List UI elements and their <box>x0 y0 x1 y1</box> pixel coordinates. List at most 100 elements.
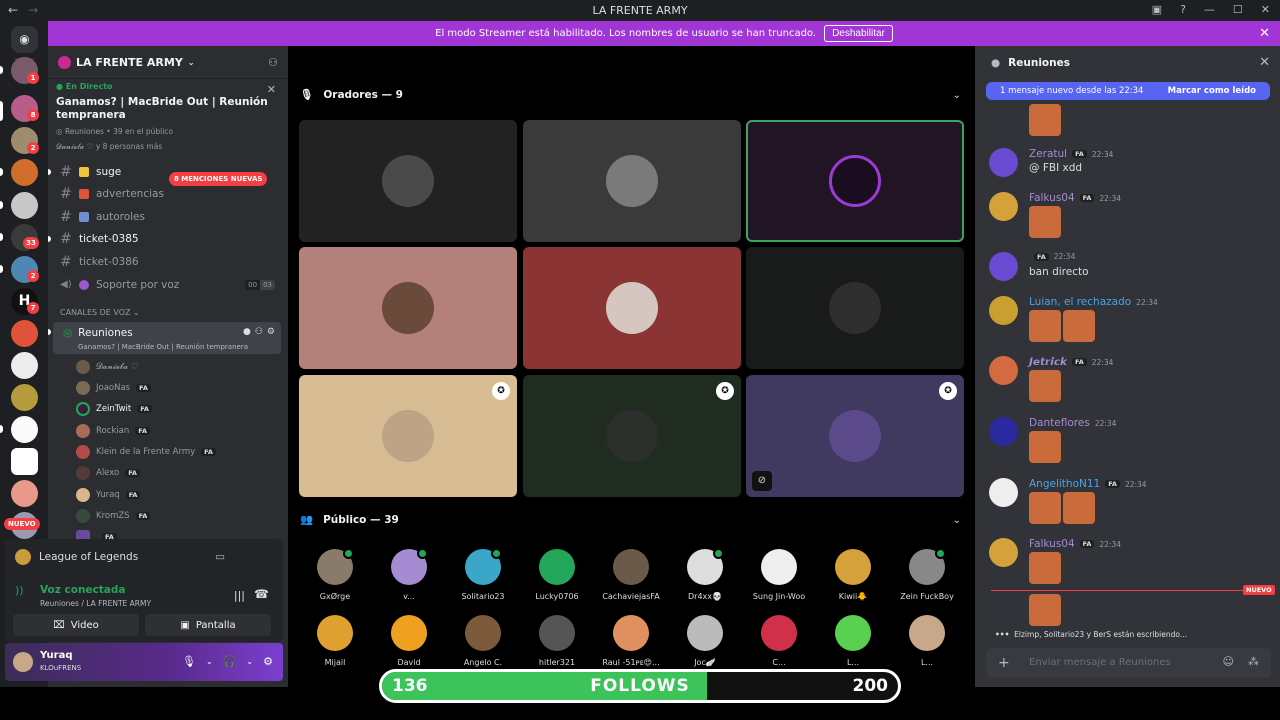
chevron-down-icon[interactable]: ⌄ <box>246 657 253 668</box>
voice-user[interactable]: KromZS FA <box>76 505 151 526</box>
audience-member[interactable]: Zein FuckBoy <box>890 548 964 601</box>
speaker-tile[interactable] <box>523 120 741 242</box>
speaker-tile[interactable]: ✪ <box>523 375 741 497</box>
screen-share-icon[interactable]: ▭ <box>215 551 225 563</box>
help-icon[interactable]: ? <box>1180 3 1186 16</box>
audience-member[interactable]: Mijail <box>298 615 372 667</box>
plus-icon[interactable]: + <box>998 655 1010 671</box>
audience-member[interactable]: David <box>372 615 446 667</box>
server-icon[interactable] <box>11 384 38 411</box>
audience-member[interactable]: v... <box>372 548 446 601</box>
speaker-tile[interactable] <box>746 247 964 369</box>
server-icon[interactable] <box>11 416 38 443</box>
avatar[interactable] <box>989 252 1018 281</box>
voice-user[interactable]: Yuraq FA <box>76 484 141 505</box>
voice-user[interactable]: ZeinTwit FA <box>76 398 152 419</box>
audience-member[interactable]: Kiwii🐥 <box>816 549 890 601</box>
activity-row[interactable]: League of Legends ▭ <box>15 539 245 575</box>
speaker-tile-active[interactable] <box>746 120 964 242</box>
server-header[interactable]: LA FRENTE ARMY ⌄ ⚇ <box>48 46 288 79</box>
audience-member[interactable]: L... <box>890 615 964 667</box>
message-author[interactable]: AngelithoN11 <box>1029 478 1100 490</box>
audience-member[interactable]: CachaviejasFA <box>594 549 668 601</box>
server-icon[interactable] <box>11 480 38 507</box>
channel-ticket-0385[interactable]: # ticket-0385 <box>48 228 281 249</box>
message-author[interactable]: Luian, el rechazado <box>1029 296 1131 308</box>
audience-member[interactable]: Solitario23 <box>446 548 520 601</box>
gear-icon[interactable]: ⚙ <box>263 655 273 668</box>
speakers-header[interactable]: 🎙 Oradores — 9 <box>300 88 403 102</box>
avatar[interactable] <box>989 296 1018 325</box>
voice-user[interactable]: JoaoNas FA <box>76 377 151 398</box>
video-button[interactable]: ⌧ Video <box>13 614 139 636</box>
message-author[interactable]: Zeratul <box>1029 148 1067 160</box>
avatar[interactable] <box>989 148 1018 177</box>
avatar[interactable] <box>989 356 1018 385</box>
add-member-icon[interactable]: ⚇ <box>255 327 263 337</box>
voice-status[interactable]: Voz conectada Reuniones / LA FRENTE ARMY <box>40 584 151 608</box>
message-author[interactable]: 𝙅𝙚𝙩𝙧𝙞𝙘𝙠 <box>1029 356 1067 368</box>
message-author[interactable]: Falkus04 <box>1029 192 1075 204</box>
voice-user[interactable]: Alexo FA <box>76 462 140 483</box>
server-icon[interactable] <box>11 352 38 379</box>
avatar[interactable] <box>989 478 1018 507</box>
banner-close-icon[interactable]: ✕ <box>1259 26 1270 41</box>
avatar[interactable] <box>989 538 1018 567</box>
discord-home-icon[interactable]: ◉ <box>11 26 38 53</box>
speaker-tile[interactable] <box>299 247 517 369</box>
apps-icon[interactable]: ⁂ <box>1248 655 1259 668</box>
voice-user[interactable]: Rockian FA <box>76 420 151 441</box>
disconnect-icon[interactable]: ☎ <box>254 587 269 601</box>
close-chat-icon[interactable]: ✕ <box>1259 55 1270 70</box>
chat-bubble-icon[interactable]: ● <box>243 327 251 337</box>
inbox-icon[interactable]: ▣ <box>1152 3 1162 16</box>
new-servers-badge[interactable]: NUEVO <box>4 518 40 530</box>
gear-icon[interactable]: ⚙ <box>267 327 275 337</box>
audience-member[interactable]: Lucky0706 <box>520 549 594 601</box>
add-member-icon[interactable]: ⚇ <box>268 56 278 69</box>
audience-member[interactable]: L... <box>816 615 890 667</box>
audience-member[interactable]: GxØrge <box>298 548 372 601</box>
close-event-icon[interactable]: ✕ <box>267 83 276 96</box>
voice-user[interactable]: 𝓓𝓪𝓷𝓲𝓮𝓵𝓪 ♡ <box>76 356 138 377</box>
screen-button[interactable]: ▣ Pantalla <box>145 614 271 636</box>
audience-member[interactable]: Raul -51ᴘᴇ😍... <box>594 615 668 667</box>
server-icon[interactable] <box>11 159 38 186</box>
minimize-icon[interactable]: — <box>1204 3 1215 16</box>
speaker-tile[interactable]: ✪ ⊘ <box>746 375 964 497</box>
avatar[interactable] <box>13 652 33 672</box>
audience-member[interactable]: Angelo C. <box>446 615 520 667</box>
headphones-icon[interactable]: 🎧 <box>223 655 237 668</box>
channel-advertencias[interactable]: # advertencias <box>53 183 281 204</box>
soundboard-icon[interactable]: ||| <box>234 589 245 602</box>
avatar[interactable] <box>989 192 1018 221</box>
server-icon[interactable] <box>11 320 38 347</box>
new-messages-bar[interactable]: 1 mensaje nuevo desde las 22:34 Marcar c… <box>986 82 1270 100</box>
channel-ticket-0386[interactable]: # ticket-0386 <box>53 251 281 272</box>
emoji-icon[interactable]: ☺ <box>1223 655 1234 668</box>
speaker-tile[interactable]: ✪ <box>299 375 517 497</box>
channel-soporte-voz[interactable]: ◀) Soporte por voz 00 03 <box>53 274 281 295</box>
chevron-down-icon[interactable]: ⌄ <box>953 90 961 101</box>
disable-streamer-button[interactable]: Deshabilitar <box>824 25 893 42</box>
audience-member[interactable]: Joc🪽 <box>668 615 742 667</box>
audience-member[interactable]: hitler321 <box>520 615 594 667</box>
server-icon[interactable] <box>11 448 38 475</box>
user-panel[interactable]: Yuraq KLOuFRENS 🎙 ⌄ 🎧 ⌄ ⚙ <box>5 643 283 681</box>
audience-member[interactable]: C... <box>742 615 816 667</box>
speaker-tile[interactable] <box>523 247 741 369</box>
close-window-icon[interactable]: ✕ <box>1261 3 1270 16</box>
audience-header[interactable]: 👥 Público — 39 <box>300 513 399 527</box>
audience-member[interactable]: Dr4xx💀 <box>668 548 742 601</box>
voice-category[interactable]: CANALES DE VOZ ⌄ <box>60 308 140 317</box>
live-event-card[interactable]: ● En Directo Ganamos? | MacBride Out | R… <box>56 82 282 162</box>
maximize-icon[interactable]: ☐ <box>1233 3 1243 16</box>
audience-member[interactable]: Sung Jin-Woo <box>742 549 816 601</box>
avatar[interactable] <box>989 417 1018 446</box>
voice-channel-reuniones[interactable]: ◎ Reuniones Ganamos? | MacBride Out | Reu… <box>48 322 281 354</box>
chevron-down-icon[interactable]: ⌄ <box>953 515 961 526</box>
message-author[interactable]: Falkus04 <box>1029 538 1075 550</box>
message-author[interactable]: Danteflores <box>1029 417 1090 429</box>
mark-read-button[interactable]: Marcar como leído <box>1168 86 1256 96</box>
server-icon[interactable] <box>11 192 38 219</box>
